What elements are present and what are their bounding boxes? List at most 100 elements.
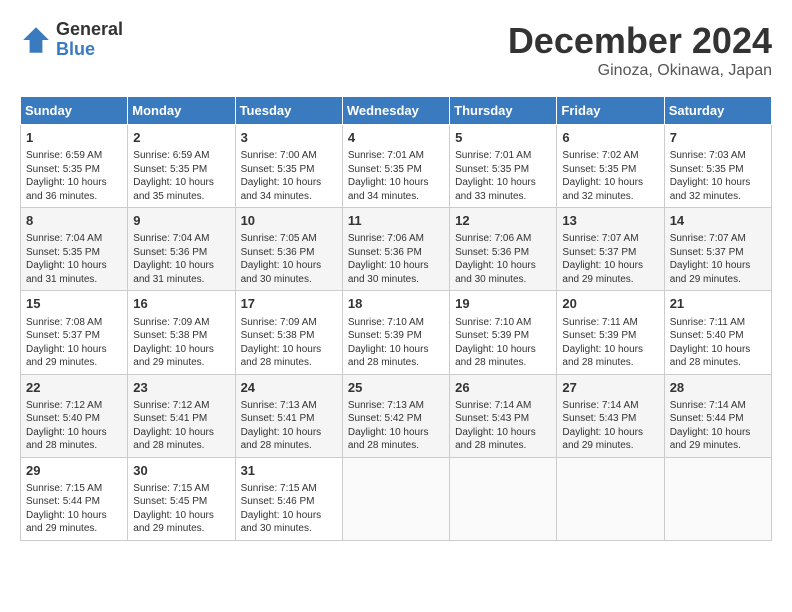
day-number: 30 bbox=[133, 462, 229, 480]
day-number: 1 bbox=[26, 129, 122, 147]
cell-info: Sunrise: 7:10 AM Sunset: 5:39 PM Dayligh… bbox=[455, 316, 551, 370]
cell-info: Sunrise: 7:07 AM Sunset: 5:37 PM Dayligh… bbox=[670, 232, 766, 286]
day-number: 13 bbox=[562, 212, 658, 230]
cell-info: Sunrise: 7:11 AM Sunset: 5:39 PM Dayligh… bbox=[562, 316, 658, 370]
calendar-cell: 4 Sunrise: 7:01 AM Sunset: 5:35 PM Daylig… bbox=[342, 125, 449, 208]
calendar-cell: 19 Sunrise: 7:10 AM Sunset: 5:39 PM Dayli… bbox=[450, 291, 557, 374]
cell-info: Sunrise: 7:10 AM Sunset: 5:39 PM Dayligh… bbox=[348, 316, 444, 370]
cell-info: Sunrise: 7:09 AM Sunset: 5:38 PM Dayligh… bbox=[241, 316, 337, 370]
day-number: 12 bbox=[455, 212, 551, 230]
calendar-cell: 30 Sunrise: 7:15 AM Sunset: 5:45 PM Dayli… bbox=[128, 457, 235, 540]
cell-info: Sunrise: 6:59 AM Sunset: 5:35 PM Dayligh… bbox=[133, 149, 229, 203]
calendar-cell: 11 Sunrise: 7:06 AM Sunset: 5:36 PM Dayli… bbox=[342, 208, 449, 291]
calendar-cell: 17 Sunrise: 7:09 AM Sunset: 5:38 PM Dayli… bbox=[235, 291, 342, 374]
calendar-cell: 2 Sunrise: 6:59 AM Sunset: 5:35 PM Daylig… bbox=[128, 125, 235, 208]
cell-info: Sunrise: 7:04 AM Sunset: 5:36 PM Dayligh… bbox=[133, 232, 229, 286]
cell-info: Sunrise: 7:13 AM Sunset: 5:41 PM Dayligh… bbox=[241, 399, 337, 453]
calendar-cell bbox=[664, 457, 771, 540]
day-number: 20 bbox=[562, 295, 658, 313]
calendar-cell: 16 Sunrise: 7:09 AM Sunset: 5:38 PM Dayli… bbox=[128, 291, 235, 374]
title-block: December 2024 Ginoza, Okinawa, Japan bbox=[508, 20, 772, 80]
calendar-week-4: 22Sunrise: 7:12 AM Sunset: 5:40 PM Dayli… bbox=[21, 374, 772, 457]
weekday-header-friday: Friday bbox=[557, 97, 664, 125]
day-number: 3 bbox=[241, 129, 337, 147]
calendar-cell: 14 Sunrise: 7:07 AM Sunset: 5:37 PM Dayli… bbox=[664, 208, 771, 291]
calendar-cell: 5 Sunrise: 7:01 AM Sunset: 5:35 PM Daylig… bbox=[450, 125, 557, 208]
day-number: 8 bbox=[26, 212, 122, 230]
day-number: 4 bbox=[348, 129, 444, 147]
cell-info: Sunrise: 7:15 AM Sunset: 5:45 PM Dayligh… bbox=[133, 482, 229, 536]
weekday-header-tuesday: Tuesday bbox=[235, 97, 342, 125]
calendar-cell bbox=[450, 457, 557, 540]
calendar-cell: 10Sunrise: 7:05 AM Sunset: 5:36 PM Dayli… bbox=[235, 208, 342, 291]
calendar-cell: 15Sunrise: 7:08 AM Sunset: 5:37 PM Dayli… bbox=[21, 291, 128, 374]
day-number: 18 bbox=[348, 295, 444, 313]
cell-info: Sunrise: 7:02 AM Sunset: 5:35 PM Dayligh… bbox=[562, 149, 658, 203]
calendar-table: SundayMondayTuesdayWednesdayThursdayFrid… bbox=[20, 96, 772, 541]
calendar-body: 1 Sunrise: 6:59 AM Sunset: 5:35 PM Daylig… bbox=[21, 125, 772, 541]
day-number: 23 bbox=[133, 379, 229, 397]
cell-info: Sunrise: 7:07 AM Sunset: 5:37 PM Dayligh… bbox=[562, 232, 658, 286]
calendar-week-2: 8 Sunrise: 7:04 AM Sunset: 5:35 PM Daylig… bbox=[21, 208, 772, 291]
weekday-header-wednesday: Wednesday bbox=[342, 97, 449, 125]
logo: General Blue bbox=[20, 20, 123, 60]
weekday-header-sunday: Sunday bbox=[21, 97, 128, 125]
calendar-cell: 28 Sunrise: 7:14 AM Sunset: 5:44 PM Dayli… bbox=[664, 374, 771, 457]
cell-info: Sunrise: 7:14 AM Sunset: 5:44 PM Dayligh… bbox=[670, 399, 766, 453]
day-number: 26 bbox=[455, 379, 551, 397]
cell-info: Sunrise: 7:13 AM Sunset: 5:42 PM Dayligh… bbox=[348, 399, 444, 453]
day-number: 6 bbox=[562, 129, 658, 147]
cell-info: Sunrise: 7:04 AM Sunset: 5:35 PM Dayligh… bbox=[26, 232, 122, 286]
cell-info: Sunrise: 7:12 AM Sunset: 5:41 PM Dayligh… bbox=[133, 399, 229, 453]
cell-info: Sunrise: 7:00 AM Sunset: 5:35 PM Dayligh… bbox=[241, 149, 337, 203]
calendar-cell: 21Sunrise: 7:11 AM Sunset: 5:40 PM Dayli… bbox=[664, 291, 771, 374]
cell-info: Sunrise: 7:14 AM Sunset: 5:43 PM Dayligh… bbox=[455, 399, 551, 453]
calendar-cell: 31 Sunrise: 7:15 AM Sunset: 5:46 PM Dayli… bbox=[235, 457, 342, 540]
cell-info: Sunrise: 7:01 AM Sunset: 5:35 PM Dayligh… bbox=[348, 149, 444, 203]
day-number: 31 bbox=[241, 462, 337, 480]
cell-info: Sunrise: 7:08 AM Sunset: 5:37 PM Dayligh… bbox=[26, 316, 122, 370]
calendar-week-1: 1 Sunrise: 6:59 AM Sunset: 5:35 PM Daylig… bbox=[21, 125, 772, 208]
cell-info: Sunrise: 7:06 AM Sunset: 5:36 PM Dayligh… bbox=[455, 232, 551, 286]
day-number: 17 bbox=[241, 295, 337, 313]
cell-info: Sunrise: 7:14 AM Sunset: 5:43 PM Dayligh… bbox=[562, 399, 658, 453]
calendar-cell: 29 Sunrise: 7:15 AM Sunset: 5:44 PM Dayli… bbox=[21, 457, 128, 540]
day-number: 27 bbox=[562, 379, 658, 397]
cell-info: Sunrise: 7:15 AM Sunset: 5:44 PM Dayligh… bbox=[26, 482, 122, 536]
day-number: 28 bbox=[670, 379, 766, 397]
day-number: 10 bbox=[241, 212, 337, 230]
day-number: 7 bbox=[670, 129, 766, 147]
day-number: 24 bbox=[241, 379, 337, 397]
cell-info: Sunrise: 7:12 AM Sunset: 5:40 PM Dayligh… bbox=[26, 399, 122, 453]
day-number: 16 bbox=[133, 295, 229, 313]
cell-info: Sunrise: 7:01 AM Sunset: 5:35 PM Dayligh… bbox=[455, 149, 551, 203]
logo-line1: General bbox=[56, 20, 123, 40]
calendar-cell: 13 Sunrise: 7:07 AM Sunset: 5:37 PM Dayli… bbox=[557, 208, 664, 291]
calendar-cell: 1 Sunrise: 6:59 AM Sunset: 5:35 PM Daylig… bbox=[21, 125, 128, 208]
calendar-cell: 27 Sunrise: 7:14 AM Sunset: 5:43 PM Dayli… bbox=[557, 374, 664, 457]
cell-info: Sunrise: 7:09 AM Sunset: 5:38 PM Dayligh… bbox=[133, 316, 229, 370]
calendar-title: December 2024 bbox=[508, 20, 772, 62]
day-number: 29 bbox=[26, 462, 122, 480]
cell-info: Sunrise: 7:11 AM Sunset: 5:40 PM Dayligh… bbox=[670, 316, 766, 370]
cell-info: Sunrise: 7:03 AM Sunset: 5:35 PM Dayligh… bbox=[670, 149, 766, 203]
weekday-header-monday: Monday bbox=[128, 97, 235, 125]
calendar-cell bbox=[557, 457, 664, 540]
calendar-cell: 24 Sunrise: 7:13 AM Sunset: 5:41 PM Dayli… bbox=[235, 374, 342, 457]
cell-info: Sunrise: 7:15 AM Sunset: 5:46 PM Dayligh… bbox=[241, 482, 337, 536]
day-number: 25 bbox=[348, 379, 444, 397]
weekday-header-thursday: Thursday bbox=[450, 97, 557, 125]
cell-info: Sunrise: 6:59 AM Sunset: 5:35 PM Dayligh… bbox=[26, 149, 122, 203]
day-number: 9 bbox=[133, 212, 229, 230]
calendar-cell: 9 Sunrise: 7:04 AM Sunset: 5:36 PM Daylig… bbox=[128, 208, 235, 291]
day-number: 19 bbox=[455, 295, 551, 313]
cell-info: Sunrise: 7:06 AM Sunset: 5:36 PM Dayligh… bbox=[348, 232, 444, 286]
calendar-cell: 25 Sunrise: 7:13 AM Sunset: 5:42 PM Dayli… bbox=[342, 374, 449, 457]
calendar-cell: 3 Sunrise: 7:00 AM Sunset: 5:35 PM Daylig… bbox=[235, 125, 342, 208]
calendar-cell: 12 Sunrise: 7:06 AM Sunset: 5:36 PM Dayli… bbox=[450, 208, 557, 291]
day-number: 11 bbox=[348, 212, 444, 230]
calendar-subtitle: Ginoza, Okinawa, Japan bbox=[508, 62, 772, 80]
day-number: 14 bbox=[670, 212, 766, 230]
day-number: 5 bbox=[455, 129, 551, 147]
day-number: 2 bbox=[133, 129, 229, 147]
